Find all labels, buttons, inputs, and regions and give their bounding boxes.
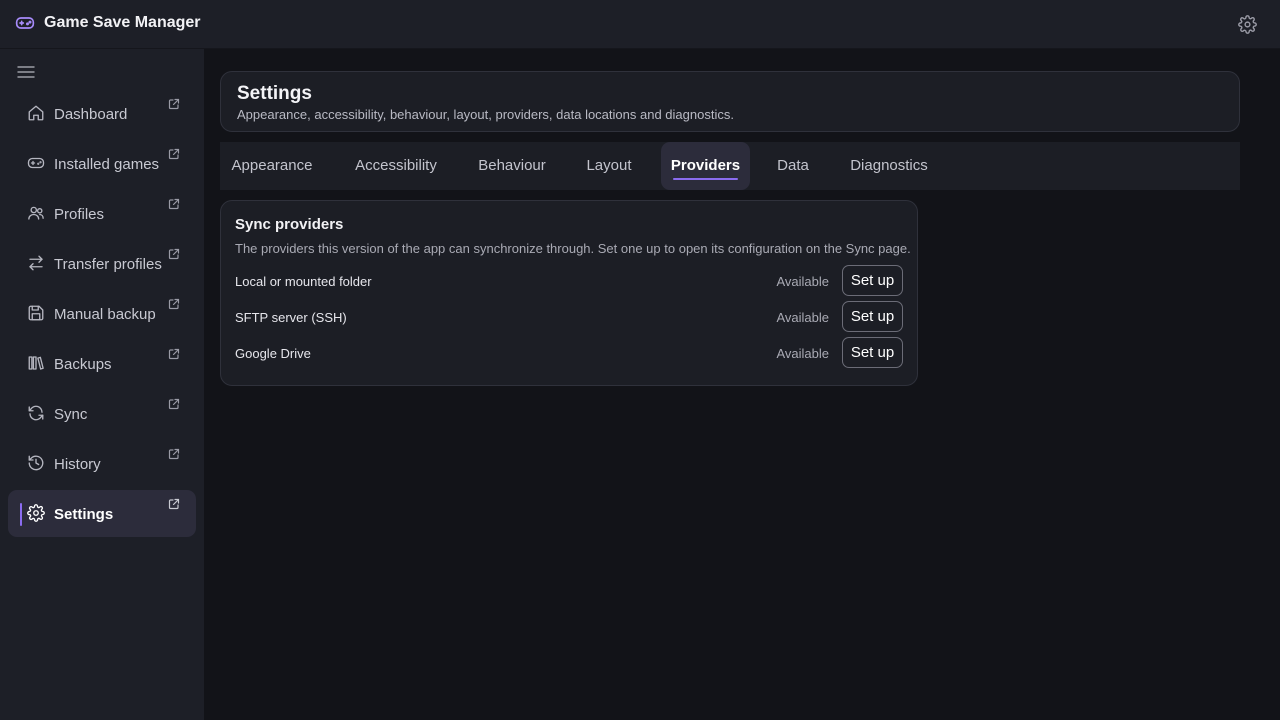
sync-providers-card: Sync providers The providers this versio… — [220, 200, 918, 386]
refresh-icon — [28, 405, 44, 421]
provider-row-google-drive: Google Drive Available Set up — [235, 337, 903, 369]
external-link-icon[interactable] — [168, 98, 180, 110]
sidebar-item-installed-games[interactable]: Installed games — [8, 140, 196, 187]
settings-tabs: Appearance Accessibility Behaviour Layou… — [220, 142, 1240, 190]
sidebar-item-manual-backup[interactable]: Manual backup — [8, 290, 196, 337]
tab-appearance[interactable]: Appearance — [220, 142, 324, 190]
external-link-icon[interactable] — [168, 198, 180, 210]
external-link-icon[interactable] — [168, 148, 180, 160]
external-link-icon[interactable] — [168, 298, 180, 310]
gear-icon[interactable] — [1238, 15, 1257, 34]
sidebar-item-dashboard[interactable]: Dashboard — [8, 90, 196, 137]
active-tab-indicator — [673, 178, 738, 180]
provider-status: Available — [776, 310, 829, 325]
external-link-icon[interactable] — [168, 348, 180, 360]
page-title: Settings — [237, 83, 312, 104]
provider-name: SFTP server (SSH) — [235, 310, 347, 325]
set-up-button[interactable]: Set up — [842, 337, 903, 368]
gear-icon — [27, 504, 45, 522]
active-indicator — [20, 503, 22, 526]
sidebar-item-settings[interactable]: Settings — [8, 490, 196, 537]
sidebar-item-profiles[interactable]: Profiles — [8, 190, 196, 237]
sidebar-item-label: Sync — [54, 406, 88, 423]
section-title: Sync providers — [235, 216, 344, 233]
external-link-icon[interactable] — [168, 448, 180, 460]
tab-providers[interactable]: Providers — [661, 142, 750, 190]
sidebar-item-backups[interactable]: Backups — [8, 340, 196, 387]
hamburger-menu-icon[interactable] — [17, 63, 35, 81]
tab-label: Providers — [670, 157, 741, 174]
external-link-icon[interactable] — [168, 248, 180, 260]
gamepad-icon — [15, 17, 35, 29]
tab-diagnostics[interactable]: Diagnostics — [842, 142, 936, 190]
set-up-button[interactable]: Set up — [842, 301, 903, 332]
sidebar-item-transfer-profiles[interactable]: Transfer profiles — [8, 240, 196, 287]
provider-row-sftp: SFTP server (SSH) Available Set up — [235, 301, 903, 333]
history-icon — [28, 455, 44, 471]
page-subtitle: Appearance, accessibility, behaviour, la… — [237, 107, 734, 122]
provider-status: Available — [776, 346, 829, 361]
app-title: Game Save Manager — [44, 14, 201, 31]
sidebar-item-label: Profiles — [54, 206, 105, 223]
home-icon — [28, 105, 44, 121]
floppy-disk-icon — [28, 305, 44, 321]
tab-accessibility[interactable]: Accessibility — [342, 142, 450, 190]
page-header: Settings Appearance, accessibility, beha… — [220, 71, 1240, 132]
sidebar-item-label: Dashboard — [54, 106, 128, 123]
arrows-left-right-icon — [29, 255, 43, 271]
sidebar-item-label: Settings — [54, 506, 114, 523]
set-up-button[interactable]: Set up — [842, 265, 903, 296]
sidebar-item-sync[interactable]: Sync — [8, 390, 196, 437]
sidebar-item-history[interactable]: History — [8, 440, 196, 487]
users-icon — [28, 206, 44, 220]
sidebar-item-label: Manual backup — [54, 306, 156, 323]
provider-status: Available — [776, 274, 829, 289]
sidebar-item-label: Backups — [54, 356, 112, 373]
tab-data[interactable]: Data — [770, 142, 816, 190]
tab-behaviour[interactable]: Behaviour — [466, 142, 558, 190]
sidebar-item-label: Transfer profiles — [54, 256, 162, 273]
provider-name: Google Drive — [235, 346, 311, 361]
tab-layout[interactable]: Layout — [575, 142, 643, 190]
external-link-icon[interactable] — [168, 498, 180, 510]
sidebar: Dashboard Installed games Profiles Trans… — [0, 49, 204, 720]
top-bar: Game Save Manager — [0, 0, 1280, 49]
gamepad-icon — [27, 157, 45, 169]
sidebar-item-label: History — [54, 456, 101, 473]
provider-name: Local or mounted folder — [235, 274, 372, 289]
external-link-icon[interactable] — [168, 398, 180, 410]
section-description: The providers this version of the app ca… — [235, 241, 911, 256]
library-icon — [28, 356, 44, 370]
provider-row-local-folder: Local or mounted folder Available Set up — [235, 265, 903, 297]
sidebar-item-label: Installed games — [54, 156, 160, 173]
